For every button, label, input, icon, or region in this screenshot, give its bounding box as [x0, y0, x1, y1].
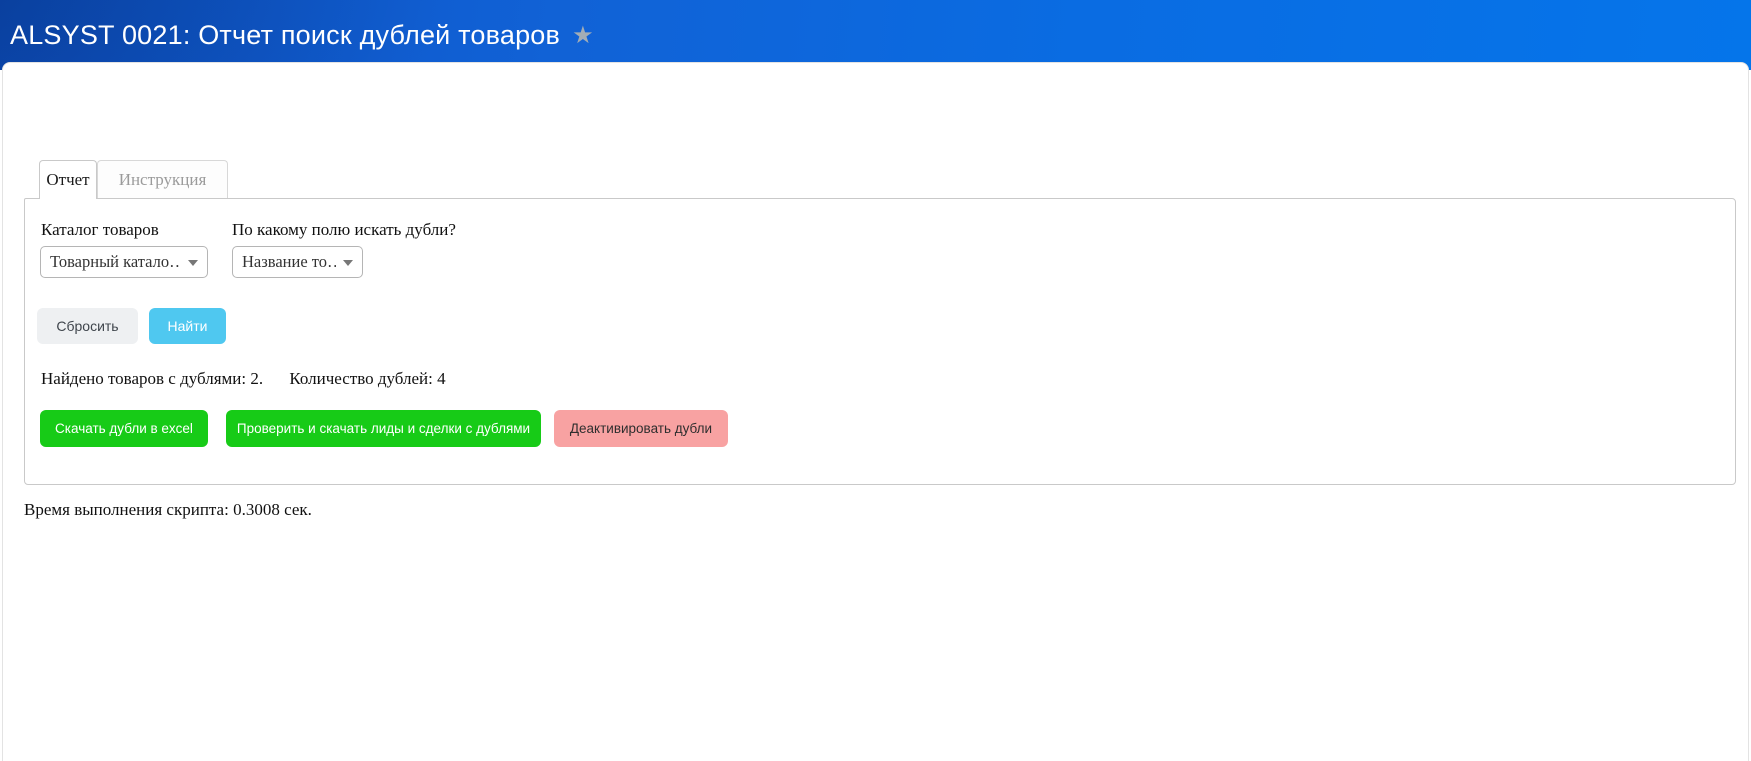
catalog-select[interactable]: Товарный катало…: [40, 246, 208, 278]
content-card: Отчет Инструкция Каталог товаров По како…: [2, 62, 1749, 761]
catalog-label: Каталог товаров: [41, 220, 159, 239]
dropdown-arrow-icon: [343, 260, 353, 266]
deactivate-duplicates-button[interactable]: Деактивировать дубли: [554, 410, 728, 447]
search-field-select[interactable]: Название то…: [232, 246, 363, 278]
find-button[interactable]: Найти: [149, 308, 226, 344]
search-field-select-value: Название то…: [242, 252, 336, 271]
catalog-select-value: Товарный катало…: [50, 252, 181, 271]
found-duplicates-text: Найдено товаров с дублями: 2.: [41, 369, 264, 388]
results-summary: Найдено товаров с дублями: 2. Количество…: [41, 369, 446, 389]
report-panel: Каталог товаров По какому полю искать ду…: [24, 198, 1736, 485]
download-excel-button[interactable]: Скачать дубли в excel: [40, 410, 208, 447]
page-title: ALSYST 0021: Отчет поиск дублей товаров: [10, 19, 561, 50]
reset-button[interactable]: Сбросить: [37, 308, 138, 344]
tab-instruction-label: Инструкция: [118, 169, 207, 189]
execution-time-text: Время выполнения скрипта: 0.3008 сек.: [24, 500, 312, 519]
app-header: ALSYST 0021: Отчет поиск дублей товаров …: [0, 0, 1751, 70]
search-field-label: По какому полю искать дубли?: [232, 220, 456, 239]
tab-report-label: Отчет: [46, 170, 90, 189]
favorite-star-icon[interactable]: ★: [572, 23, 594, 47]
duplicates-count-text: Количество дублей: 4: [289, 369, 446, 388]
check-leads-deals-button[interactable]: Проверить и скачать лиды и сделки с дубл…: [226, 410, 541, 447]
tab-report[interactable]: Отчет: [39, 160, 97, 199]
dropdown-arrow-icon: [188, 260, 198, 266]
tab-instruction[interactable]: Инструкция: [97, 160, 228, 198]
